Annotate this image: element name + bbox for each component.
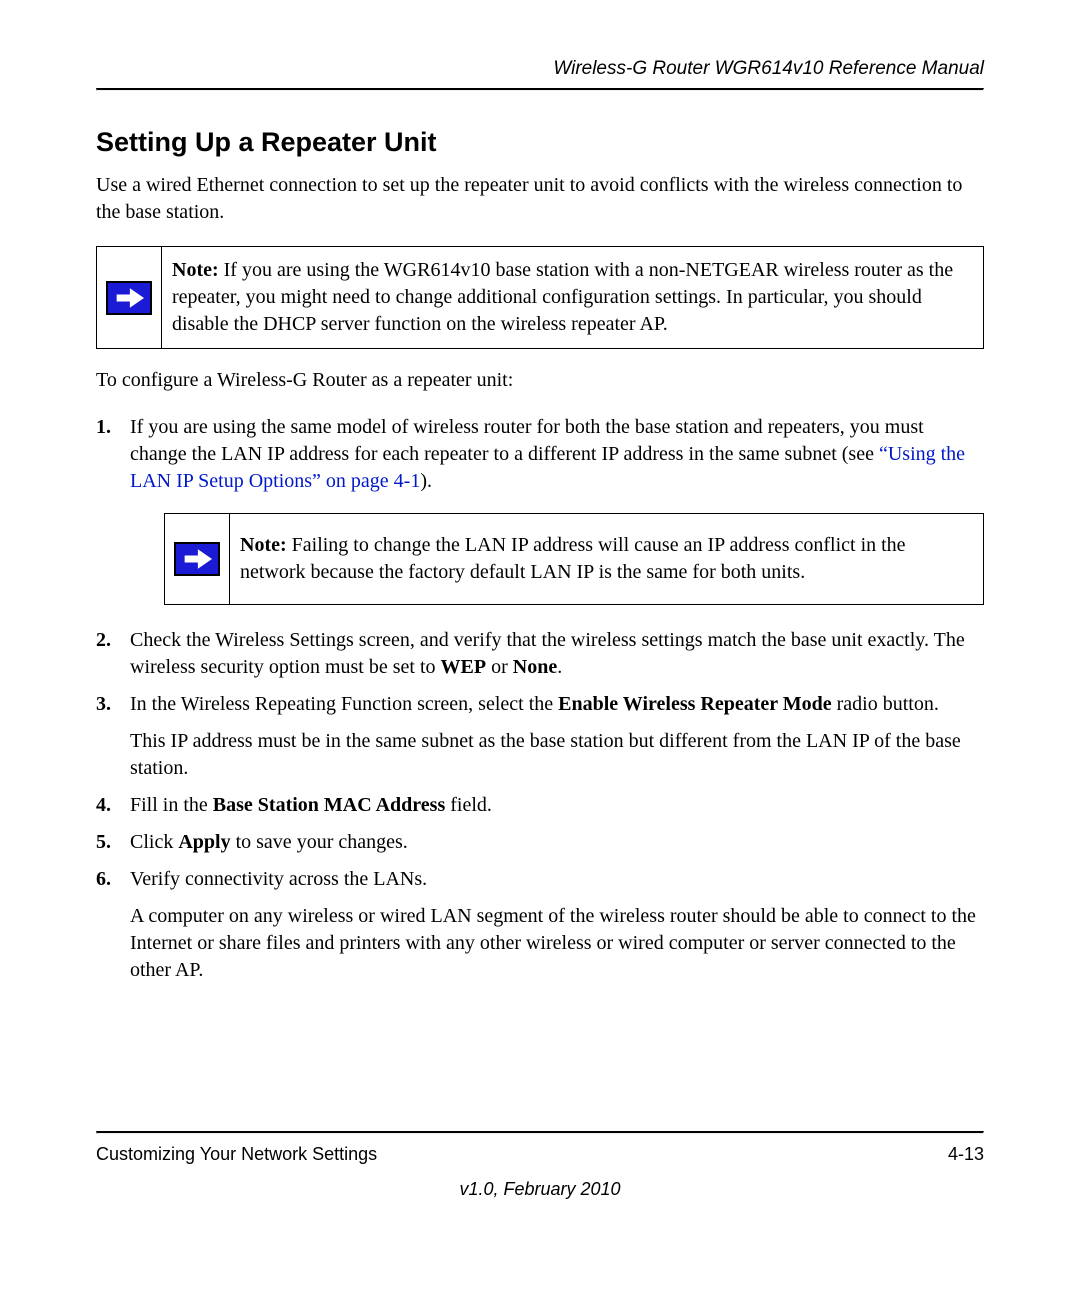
step-2: Check the Wireless Settings screen, and … [96,627,984,681]
step-3-pre: In the Wireless Repeating Function scree… [130,693,558,715]
note-text: Note: If you are using the WGR614v10 bas… [162,247,983,348]
note-text: Note: Failing to change the LAN IP addre… [230,514,983,604]
step-3-bold: Enable Wireless Repeater Mode [558,693,832,715]
step-5-pre: Click [130,831,178,853]
step-1: If you are using the same model of wirel… [96,414,984,605]
lead-in: To configure a Wireless-G Router as a re… [96,367,984,394]
header-rule [96,88,984,91]
note-body: Failing to change the LAN IP address wil… [240,534,906,583]
step-6: Verify connectivity across the LANs. A c… [96,866,984,984]
note-box-2: Note: Failing to change the LAN IP addre… [164,513,984,605]
step-2-post: . [557,656,562,678]
step-4-bold: Base Station MAC Address [213,794,445,816]
step-6-para-2: A computer on any wireless or wired LAN … [130,903,984,984]
step-5-bold: Apply [178,831,230,853]
step-6-line-1: Verify connectivity across the LANs. [130,868,427,890]
running-header: Wireless-G Router WGR614v10 Reference Ma… [96,58,984,88]
step-4-pre: Fill in the [130,794,213,816]
footer-page-number: 4-13 [948,1144,984,1165]
intro-paragraph: Use a wired Ethernet connection to set u… [96,172,984,226]
step-1-text-post: ). [420,470,432,492]
step-5: Click Apply to save your changes. [96,829,984,856]
steps-list: If you are using the same model of wirel… [96,414,984,984]
step-3-para-2: This IP address must be in the same subn… [130,728,984,782]
page-footer: Customizing Your Network Settings 4-13 v… [96,1131,984,1200]
section-title: Setting Up a Repeater Unit [96,127,984,158]
footer-version: v1.0, February 2010 [96,1179,984,1200]
step-2-mid: or [486,656,513,678]
footer-rule [96,1131,984,1134]
step-2-bold-2: None [513,656,557,678]
step-3: In the Wireless Repeating Function scree… [96,691,984,782]
step-1-text-pre: If you are using the same model of wirel… [130,416,924,465]
footer-section-name: Customizing Your Network Settings [96,1144,377,1165]
step-2-bold-1: WEP [441,656,487,678]
note-body: If you are using the WGR614v10 base stat… [172,259,953,335]
step-3-post: radio button. [832,693,939,715]
note-label: Note: [172,259,219,281]
step-4-post: field. [445,794,492,816]
note-icon-cell [165,514,230,604]
note-icon-cell [97,247,162,348]
note-label: Note: [240,534,287,556]
note-box-1: Note: If you are using the WGR614v10 bas… [96,246,984,349]
arrow-right-icon [174,542,220,576]
step-5-post: to save your changes. [231,831,408,853]
step-4: Fill in the Base Station MAC Address fie… [96,792,984,819]
arrow-right-icon [106,281,152,315]
